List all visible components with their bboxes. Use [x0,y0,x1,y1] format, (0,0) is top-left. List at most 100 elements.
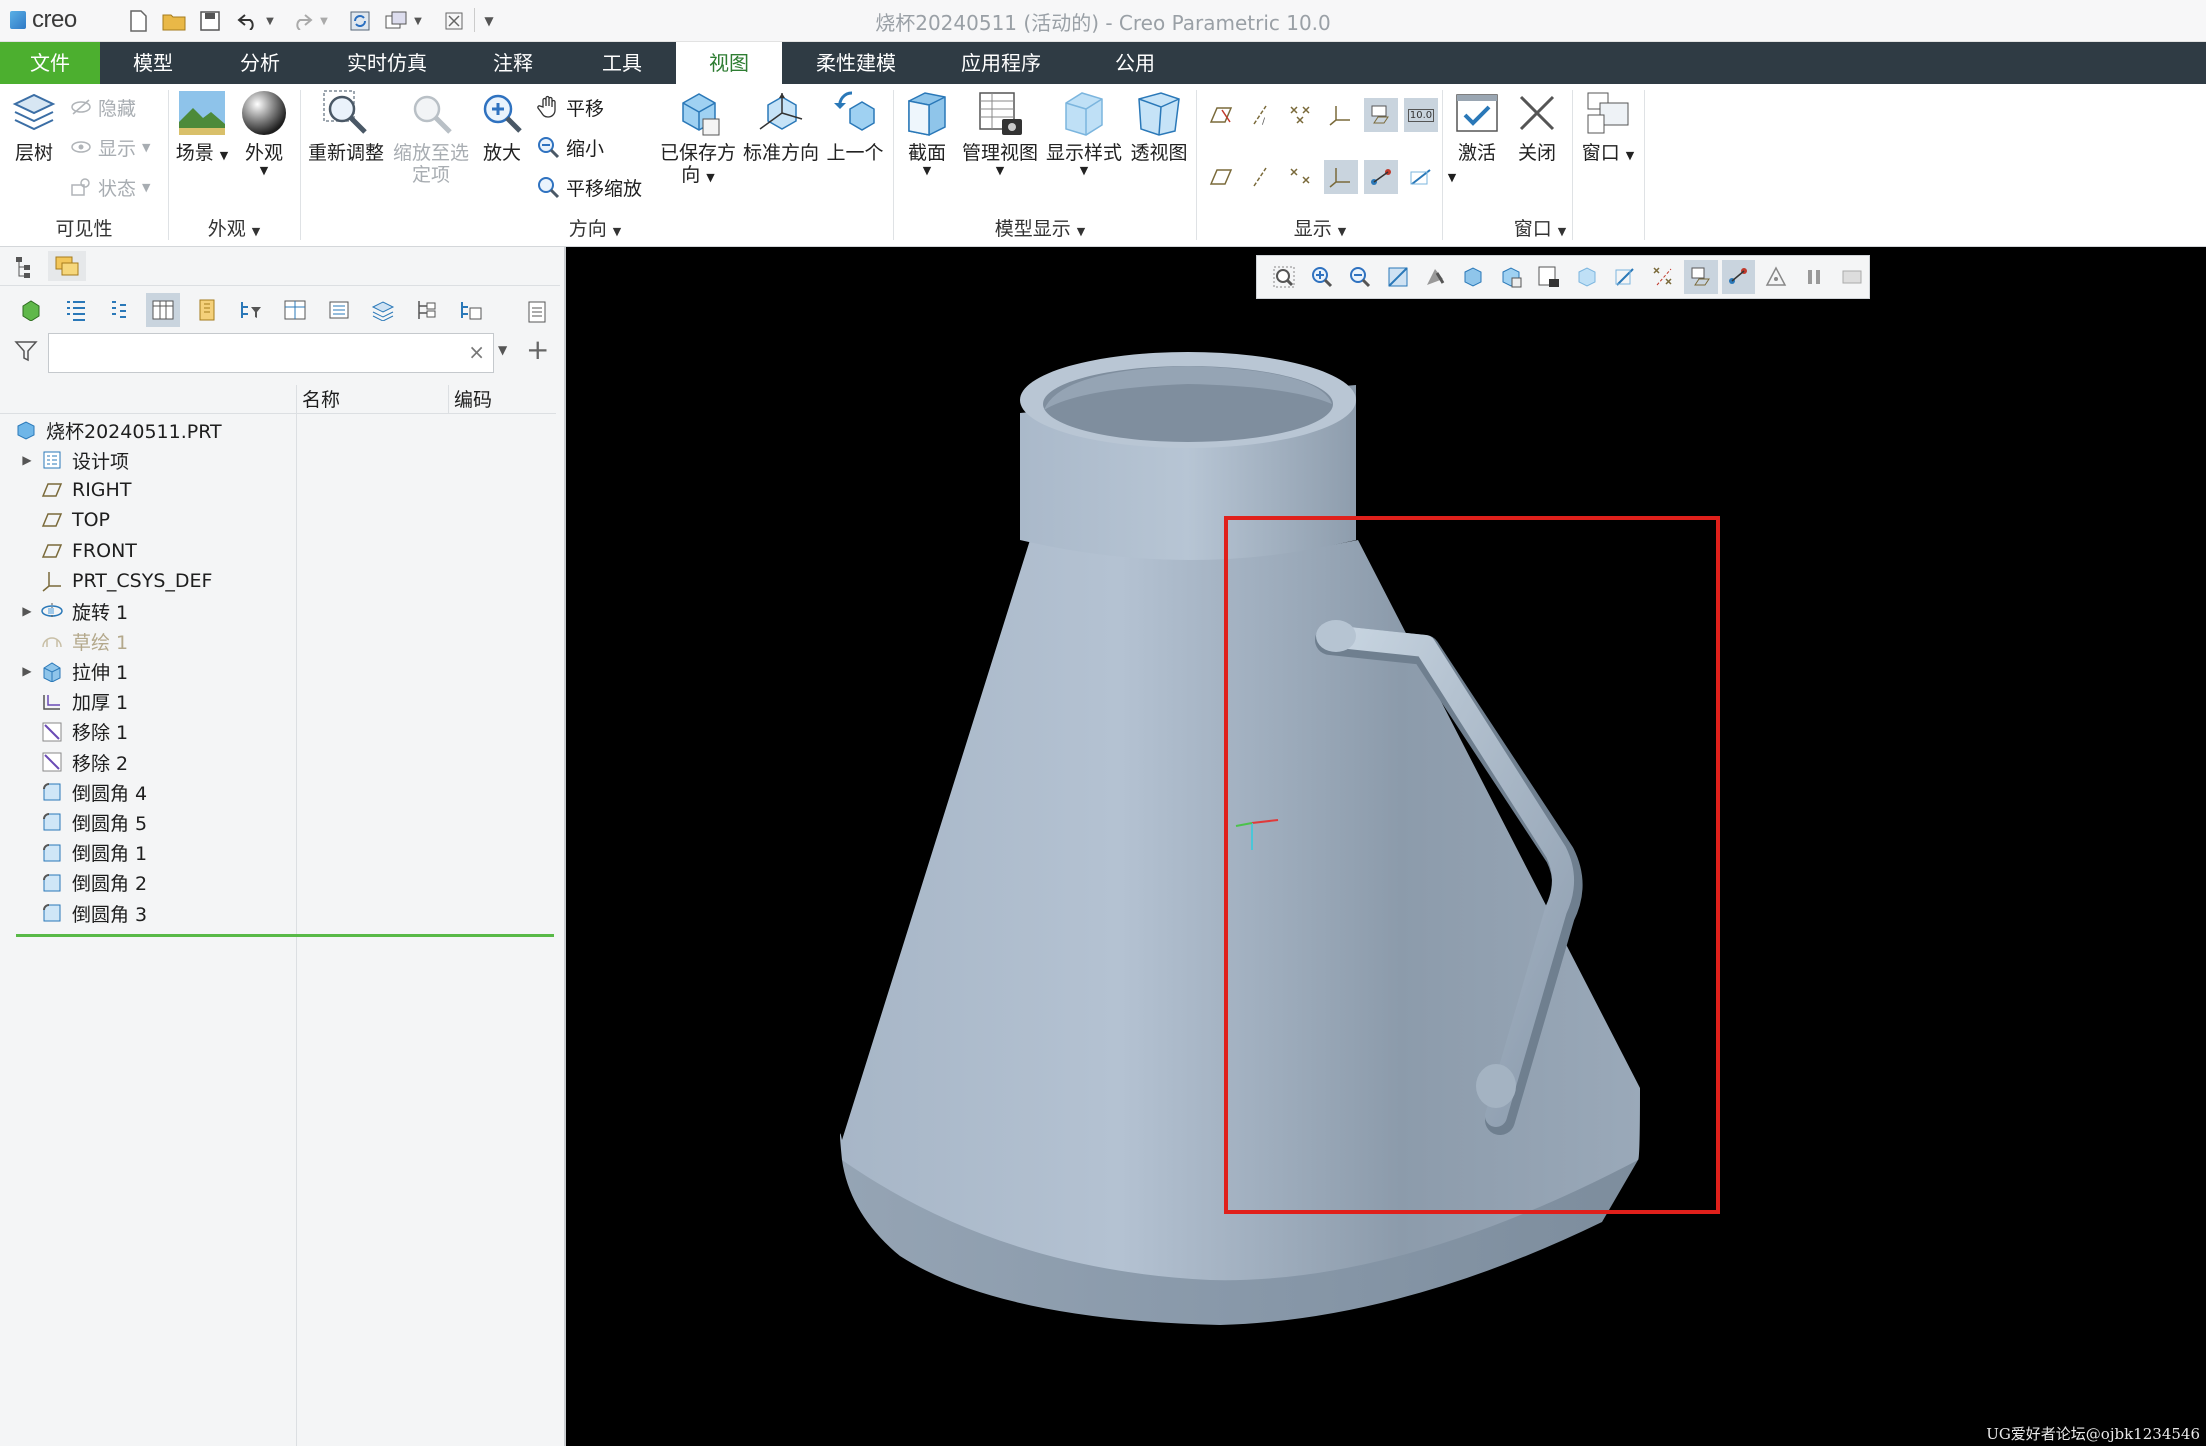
section-button[interactable]: 截面 ▼ [898,88,956,178]
manage-views-button[interactable]: 管理视图 ▼ [960,88,1040,178]
tree-item[interactable]: ▶ 旋转 1 [0,596,560,626]
pause-icon[interactable] [1797,260,1831,294]
appearance-button[interactable]: 外观 ▼ [236,88,292,178]
column-code-header[interactable]: 编码 [454,385,492,412]
datum-display-filter-icon[interactable] [1646,260,1680,294]
3d-note-display-icon[interactable] [1364,160,1398,194]
zoom-in-view-icon[interactable] [1305,260,1339,294]
section-view-icon[interactable] [1608,260,1642,294]
standard-orientation-button[interactable]: 标准方向 [742,88,820,164]
shading-icon[interactable] [1419,260,1453,294]
tab-analysis[interactable]: 分析 [210,42,310,84]
previous-view-button[interactable]: 上一个 [824,88,886,164]
show-more-dropdown-icon[interactable]: ▼ [1444,160,1460,194]
saved-orientations-button[interactable]: 已保存方向 ▼ [656,88,740,189]
tree-search-input[interactable]: × [48,333,494,373]
tree-tool-icon[interactable] [454,293,488,327]
spin-center-icon[interactable] [1683,260,1718,294]
expand-arrow-icon[interactable]: ▶ [18,664,36,678]
hide-button[interactable]: 隐藏 [70,92,136,122]
show-button[interactable]: 显示 ▼ [70,132,150,162]
tree-item[interactable]: 倒圆角 4 [0,777,560,807]
tree-expand-icon[interactable] [102,293,136,327]
refit-button[interactable]: 重新调整 [306,88,386,164]
search-dropdown-icon[interactable]: ▼ [498,343,507,357]
beaker-model[interactable] [566,247,2206,1446]
tree-item[interactable]: ▶ 设计项 [0,445,560,475]
shaded-cube-icon[interactable] [1456,260,1490,294]
zoom-in-button[interactable]: 放大 [474,88,530,164]
zoom-out-view-icon[interactable] [1343,260,1377,294]
csys-tag-icon[interactable] [1324,160,1358,194]
tab-flexible-modeling[interactable]: 柔性建模 [790,42,922,84]
csys-display-icon[interactable] [1324,98,1358,132]
refit-view-icon[interactable] [1267,260,1301,294]
tree-filter-icon[interactable] [234,293,268,327]
tree-structure-icon[interactable] [410,293,444,327]
plane-display-icon[interactable] [1204,98,1238,132]
annotation-display-view-icon[interactable] [1721,260,1756,294]
add-filter-icon[interactable]: + [526,333,549,366]
display-style-view-icon[interactable] [1570,260,1604,294]
tree-item[interactable]: RIGHT [0,475,560,505]
tree-item[interactable]: 倒圆角 2 [0,868,560,898]
tree-item[interactable]: PRT_CSYS_DEF [0,566,560,596]
tree-item[interactable]: FRONT [0,536,560,566]
display-style-button[interactable]: 显示样式 ▼ [1044,88,1124,178]
plane-tag-icon[interactable] [1204,160,1238,194]
tree-item[interactable]: 倒圆角 3 [0,898,560,928]
pan-zoom-button[interactable]: 平移缩放 [536,172,642,202]
tree-root[interactable]: 烧杯20240511.PRT [0,415,560,445]
expand-arrow-icon[interactable]: ▶ [18,604,36,618]
layers-stack-icon[interactable] [366,293,400,327]
window-button[interactable]: 窗口 ▼ [1578,88,1638,167]
tree-search-field[interactable] [49,334,457,370]
tree-item[interactable]: 移除 1 [0,717,560,747]
view-manager-icon[interactable] [1532,260,1566,294]
tree-item[interactable]: TOP [0,505,560,535]
close-button[interactable]: 关闭 [1508,88,1566,164]
zoom-to-selected-button[interactable]: 缩放至选 定项 [390,88,472,186]
plane-tag-display-icon[interactable] [1364,98,1398,132]
tree-item[interactable]: 移除 2 [0,747,560,777]
column-name-header[interactable]: 名称 [302,385,340,412]
tree-notes-icon[interactable] [520,295,554,329]
model-tree-tab-icon[interactable] [14,255,36,283]
perspective-view-icon[interactable] [1759,260,1793,294]
layer-list-icon[interactable] [322,293,356,327]
part-cube-icon[interactable] [14,293,48,327]
annotation-display-icon[interactable] [1404,160,1438,194]
tree-table-icon[interactable] [278,293,312,327]
pan-button[interactable]: 平移 [536,92,604,122]
tab-tools[interactable]: 工具 [572,42,672,84]
layer-tree-button[interactable]: 层树 [6,88,62,164]
axis-display-icon[interactable]: / [1244,98,1278,132]
saved-orientations-view-icon[interactable] [1494,260,1528,294]
tab-model[interactable]: 模型 [104,42,202,84]
tree-list-icon[interactable] [58,293,92,327]
axis-tag-icon[interactable] [1244,160,1278,194]
tab-applications[interactable]: 应用程序 [934,42,1068,84]
regenerate-view-icon[interactable] [1835,260,1869,294]
tree-item[interactable]: 倒圆角 1 [0,838,560,868]
tab-common[interactable]: 公用 [1078,42,1192,84]
tree-columns-icon[interactable] [146,293,180,327]
tree-item[interactable]: ▶ 拉伸 1 [0,656,560,686]
perspective-button[interactable]: 透视图 [1128,88,1190,164]
clear-search-icon[interactable]: × [468,340,485,364]
zoom-out-button[interactable]: 缩小 [536,132,604,162]
point-display-icon[interactable] [1284,98,1318,132]
tree-item[interactable]: 加厚 1 [0,687,560,717]
tab-view[interactable]: 视图 [676,42,782,84]
status-button[interactable]: 状态 ▼ [70,172,150,202]
expand-arrow-icon[interactable]: ▶ [18,453,36,467]
repaint-icon[interactable] [1381,260,1415,294]
scene-button[interactable]: 场景 ▼ [174,88,230,167]
tab-live-simulation[interactable]: 实时仿真 [320,42,454,84]
tree-item[interactable]: 草绘 1 [0,626,560,656]
tab-file[interactable]: 文件 [0,42,100,84]
activate-button[interactable]: 激活 [1448,88,1506,164]
point-tag-icon[interactable] [1284,160,1318,194]
spin-center-display-icon[interactable]: 10.0 [1404,98,1438,132]
tab-annotate[interactable]: 注释 [462,42,564,84]
